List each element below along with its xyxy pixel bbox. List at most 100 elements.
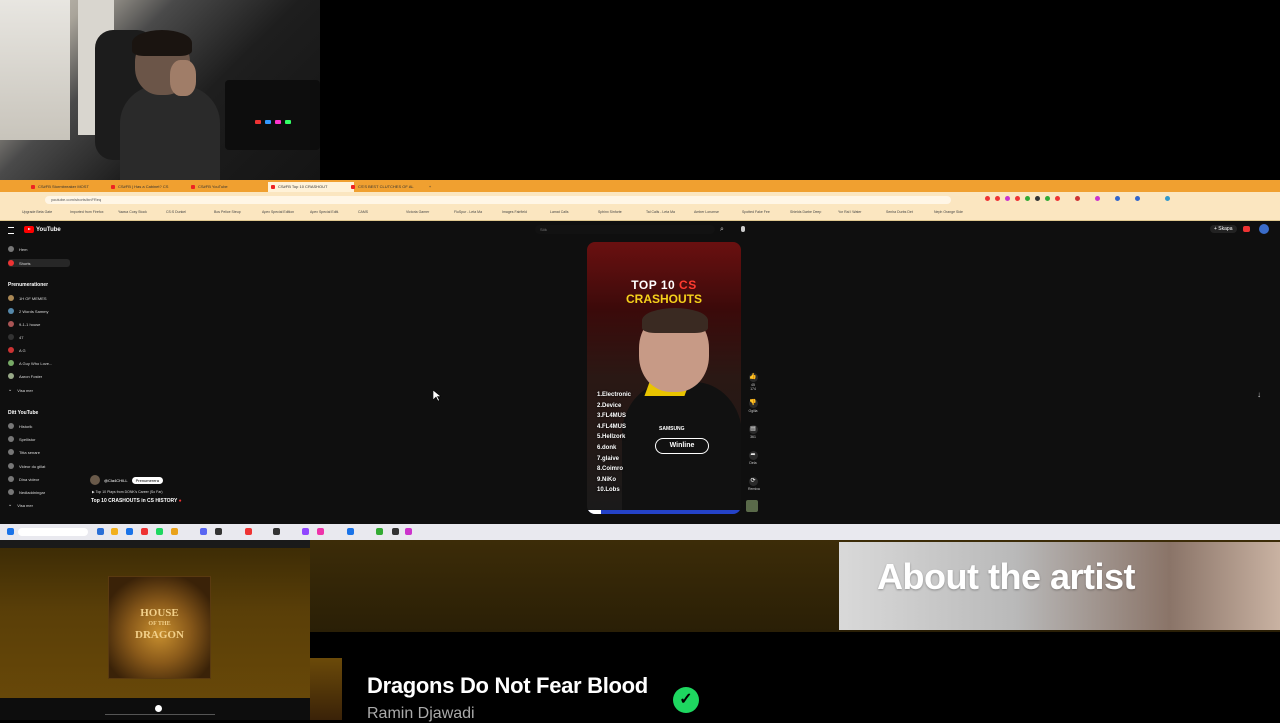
play-pause-icon[interactable]	[155, 705, 162, 712]
sidebar-subscription[interactable]: 2 Words Sammy	[8, 308, 49, 314]
bookmark-item[interactable]: Apex Special Edition	[262, 210, 294, 214]
discord-icon[interactable]	[200, 528, 207, 535]
check-icon[interactable]: ✓	[673, 687, 699, 713]
search-input[interactable]: Sök	[535, 225, 715, 234]
next-video-arrow-icon[interactable]: ↓	[1257, 390, 1261, 399]
app-icon[interactable]	[126, 528, 133, 535]
bookmark-item[interactable]: Shields Darbe Deep	[790, 210, 821, 214]
tab-active[interactable]: CS#FB Top 10 CRASHOUT	[268, 182, 354, 192]
tab[interactable]: CS'S BEST CLUTCHES OF AL	[348, 182, 434, 192]
sidebar-subscription[interactable]: 9-1-1 house	[8, 321, 40, 327]
album-cover[interactable]: HOUSE OF THE DRAGON	[108, 576, 211, 679]
extension-icon[interactable]	[1025, 196, 1030, 201]
channel-name[interactable]: @Cla4CHILL	[104, 478, 128, 483]
bookmark-item[interactable]: Sphinx Sinforte	[598, 210, 622, 214]
twitch-icon[interactable]	[302, 528, 309, 535]
bookmark-item[interactable]: Spotted Fake Fee	[742, 210, 770, 214]
bookmark-item[interactable]: Neph Orange Side	[934, 210, 963, 214]
youtube-logo[interactable]: YouTube	[24, 226, 61, 233]
subscriptions-heading[interactable]: Prenumerationer	[8, 282, 48, 288]
remix-button[interactable]: ⟳ Remixa	[748, 477, 760, 491]
sound-thumbnail[interactable]	[746, 500, 758, 512]
playback-progress[interactable]	[105, 714, 215, 715]
extension-icon[interactable]	[1005, 196, 1010, 201]
sidebar-item-watch-later[interactable]: Titta senare	[8, 449, 40, 455]
create-button[interactable]: + Skapa	[1210, 225, 1237, 233]
bookmark-item[interactable]: Tal Calls - Leta Ma	[646, 210, 675, 214]
bookmark-item[interactable]: Victoria Gamer	[406, 210, 429, 214]
extension-icon[interactable]	[1055, 196, 1060, 201]
sidebar-subscription[interactable]: Aaron Foster	[8, 373, 42, 379]
tab[interactable]: CS#FB | Has a Cabinet? CS	[108, 182, 194, 192]
shorts-video-player[interactable]: TOP 10 CS CRASHOUTS 1.Electronic 2.Devic…	[587, 242, 741, 514]
extension-icon[interactable]	[1135, 196, 1140, 201]
dislike-button[interactable]: 👎 Ogilla	[748, 399, 758, 413]
app-icon[interactable]	[215, 528, 222, 535]
track-artist[interactable]: Ramin Djawadi	[367, 705, 475, 723]
new-tab-button[interactable]: +	[426, 182, 434, 192]
profile-icon[interactable]	[1165, 196, 1170, 201]
app-icon[interactable]	[97, 528, 104, 535]
extension-icon[interactable]	[1115, 196, 1120, 201]
app-icon[interactable]	[273, 528, 280, 535]
sidebar-subscription[interactable]: 47	[8, 334, 23, 340]
about-artist-card[interactable]: About the artist	[839, 542, 1280, 630]
app-icon[interactable]	[405, 528, 412, 535]
extension-icon[interactable]	[1035, 196, 1040, 201]
bookmark-item[interactable]: Yawca Cosy Stock	[118, 210, 147, 214]
show-more-button[interactable]: ⌄ Visa mer	[8, 387, 33, 393]
extension-icon[interactable]	[1045, 196, 1050, 201]
sidebar-item-home[interactable]: Hem	[8, 246, 27, 252]
extension-icon[interactable]	[995, 196, 1000, 201]
extension-icon[interactable]	[1015, 196, 1020, 201]
extension-icon[interactable]	[1075, 196, 1080, 201]
channel-avatar[interactable]	[90, 475, 100, 485]
app-icon[interactable]	[347, 528, 354, 535]
app-icon[interactable]	[141, 528, 148, 535]
share-button[interactable]: ➦ Dela	[748, 451, 758, 465]
sidebar-item-shorts[interactable]: Shorts	[8, 259, 70, 267]
sidebar-subscription[interactable]: A G	[8, 347, 26, 353]
start-icon[interactable]	[7, 528, 14, 535]
like-button[interactable]: 👍 45 174	[748, 373, 758, 391]
app-icon[interactable]	[317, 528, 324, 535]
menu-icon[interactable]	[8, 227, 14, 234]
bookmark-item[interactable]: Images Fairfield	[502, 210, 527, 214]
sidebar-item-playlists[interactable]: Spellistor	[8, 436, 35, 442]
sidebar-item-history[interactable]: Historik	[8, 423, 32, 429]
sidebar-subscription[interactable]: 1H OF MEMES	[8, 295, 47, 301]
sidebar-item-your-videos[interactable]: Dina videor	[8, 476, 39, 482]
app-icon[interactable]	[392, 528, 399, 535]
bookmark-item[interactable]: Apex Special Editi.	[310, 210, 339, 214]
folder-icon[interactable]	[111, 528, 118, 535]
app-icon[interactable]	[376, 528, 383, 535]
extension-icon[interactable]	[1095, 196, 1100, 201]
bookmark-item[interactable]: Amber Lorumse	[694, 210, 719, 214]
bookmark-item[interactable]: Bos Pelice Steup	[214, 210, 241, 214]
microphone-icon[interactable]	[741, 226, 745, 232]
spotify-icon[interactable]	[156, 528, 163, 535]
url-field[interactable]: youtube.com/shorts/bnFReq	[45, 196, 951, 204]
track-title[interactable]: Dragons Do Not Fear Blood	[367, 673, 648, 699]
chrome-icon[interactable]	[171, 528, 178, 535]
avatar[interactable]	[1259, 224, 1269, 234]
bookmark-item[interactable]: CS:S Dunkel	[166, 210, 186, 214]
tab[interactable]: CS#FB YouTube	[188, 182, 274, 192]
bookmark-item[interactable]: Upgrade Beta Gate	[22, 210, 52, 214]
bookmark-item[interactable]: FluSpur - Leta Ma	[454, 210, 482, 214]
sidebar-item-downloads[interactable]: Nedladdningar	[8, 489, 45, 495]
sidebar-subscription[interactable]: A Guy Who Love...	[8, 360, 52, 366]
bookmark-item[interactable]: CAMS	[358, 210, 368, 214]
bookmark-item[interactable]: Imported from Firefox	[70, 210, 103, 214]
sidebar-item-liked[interactable]: Videor du gillat	[8, 463, 45, 469]
video-progress-bar[interactable]	[587, 510, 741, 514]
notifications-icon[interactable]	[1243, 226, 1250, 232]
tab[interactable]: CS#FB Stormbreaker MOST	[28, 182, 114, 192]
bookmark-item[interactable]: Lamat Calls	[550, 210, 568, 214]
show-more-button[interactable]: ⌄ Visa mer	[8, 502, 33, 508]
search-icon[interactable]: ⌕	[720, 226, 724, 234]
bookmark-item[interactable]: Senha Durbs Det	[886, 210, 913, 214]
taskbar-search[interactable]	[18, 528, 88, 536]
app-icon[interactable]	[245, 528, 252, 535]
extension-icon[interactable]	[985, 196, 990, 201]
